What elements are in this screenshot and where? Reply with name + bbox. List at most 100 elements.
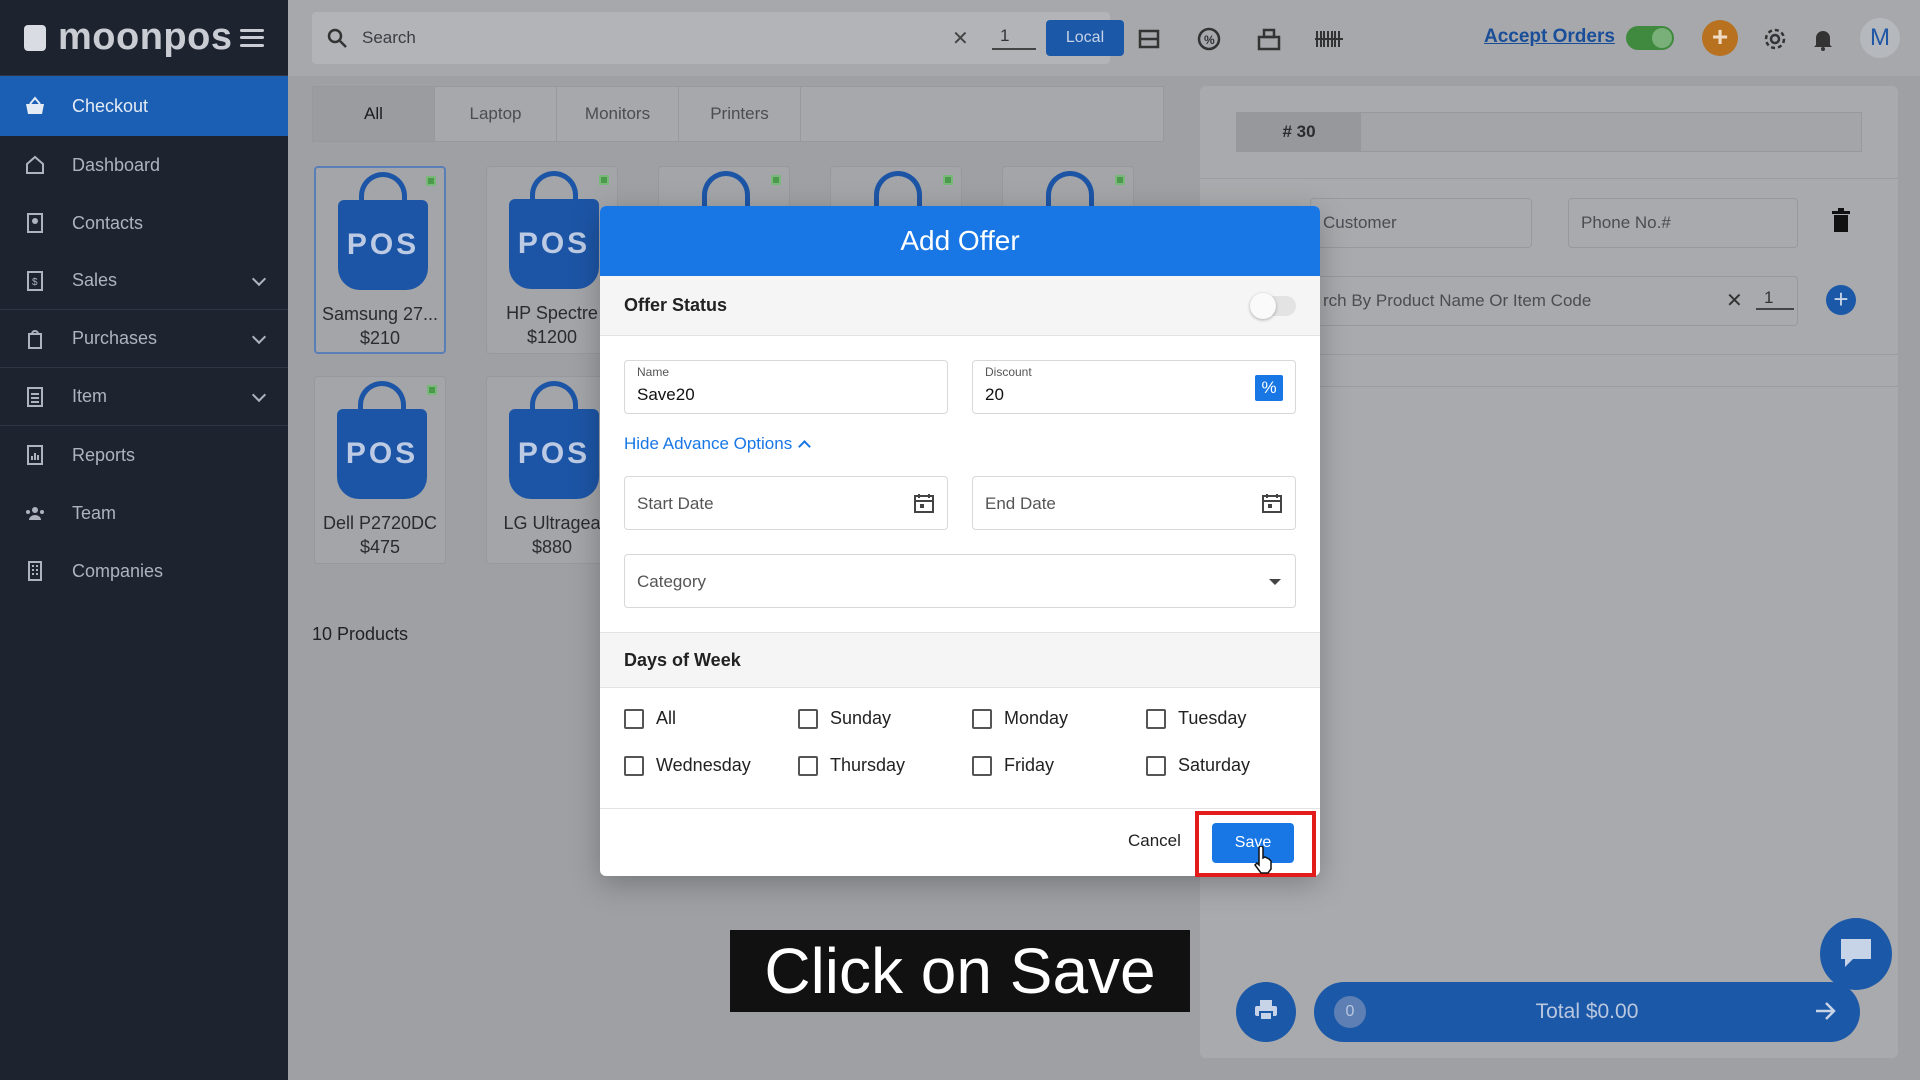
sidebar-item-reports[interactable]: Reports (0, 426, 288, 484)
stock-indicator (427, 385, 437, 395)
clear-search-icon[interactable]: ✕ (952, 26, 969, 51)
checkout-total-button[interactable]: 0 Total $0.00 (1314, 982, 1860, 1042)
cart-count-badge: 0 (1334, 996, 1366, 1028)
tab-monitors[interactable]: Monitors (557, 87, 679, 141)
sidebar-item-companies[interactable]: Companies (0, 542, 288, 600)
avatar[interactable]: M (1860, 18, 1900, 58)
end-date-field[interactable]: End Date (972, 476, 1296, 530)
day-checkbox-friday[interactable]: Friday (972, 755, 1054, 776)
stock-indicator (599, 175, 609, 185)
calendar-icon[interactable] (1261, 492, 1283, 514)
local-button[interactable]: Local (1046, 20, 1124, 56)
day-label: Thursday (830, 755, 906, 775)
search-input[interactable] (362, 28, 902, 48)
discount-input[interactable] (985, 385, 1205, 405)
stock-indicator (1115, 175, 1125, 185)
discount-field[interactable]: Discount % (972, 360, 1296, 414)
tab-printers[interactable]: Printers (679, 87, 801, 141)
checkbox[interactable] (1146, 708, 1166, 729)
day-label: Monday (1004, 708, 1069, 728)
hamburger-menu-icon[interactable] (240, 28, 264, 47)
sidebar-item-label: Team (72, 502, 117, 523)
chat-button[interactable] (1820, 918, 1892, 990)
sidebar-item-label: Item (72, 386, 108, 406)
start-date-field[interactable]: Start Date (624, 476, 948, 530)
total-label: Total $0.00 (1535, 1000, 1639, 1023)
percent-toggle-button[interactable]: % (1255, 375, 1283, 401)
checkbox[interactable] (798, 708, 818, 729)
checkbox[interactable] (972, 708, 992, 729)
sidebar-item-label: Sales (72, 270, 118, 290)
pos-bag-icon: POS (337, 409, 427, 499)
hide-advance-options-link[interactable]: Hide Advance Options (624, 434, 812, 454)
pos-bag-icon: POS (509, 409, 599, 499)
product-card[interactable]: POS HP Spectre $1200 (486, 166, 618, 354)
checkbox[interactable] (624, 708, 644, 729)
product-name: HP Spectre (506, 303, 598, 323)
calendar-icon[interactable] (913, 492, 935, 514)
day-checkbox-tuesday[interactable]: Tuesday (1146, 708, 1246, 729)
tab-all[interactable]: All (313, 87, 435, 141)
cart-quantity-field[interactable]: 1 (1756, 288, 1794, 310)
trash-icon[interactable] (1830, 208, 1852, 234)
accept-orders-toggle[interactable] (1626, 26, 1674, 50)
sidebar-item-team[interactable]: Team (0, 484, 288, 542)
bell-icon[interactable] (1808, 24, 1838, 54)
cancel-button[interactable]: Cancel (1128, 831, 1181, 851)
checkbox[interactable] (972, 755, 992, 776)
add-product-button[interactable]: + (1826, 285, 1856, 315)
day-checkbox-wednesday[interactable]: Wednesday (624, 755, 751, 776)
day-checkbox-saturday[interactable]: Saturday (1146, 755, 1250, 776)
offer-status-toggle[interactable] (1250, 293, 1296, 319)
accept-orders-link[interactable]: Accept Orders (1484, 26, 1615, 48)
category-select[interactable]: Category (624, 554, 1296, 608)
name-field[interactable]: Name (624, 360, 948, 414)
day-label: All (656, 708, 677, 728)
days-of-week-heading: Days of Week (600, 632, 1320, 688)
product-search-field[interactable]: rch By Product Name Or Item Code (1310, 276, 1798, 326)
layout-icon[interactable] (1134, 24, 1164, 54)
name-input[interactable] (637, 385, 857, 405)
sidebar-item-purchases[interactable]: Purchases (0, 310, 288, 368)
print-button[interactable] (1236, 982, 1296, 1042)
item-icon (24, 386, 46, 408)
day-checkbox-sunday[interactable]: Sunday (798, 708, 891, 729)
products-count: 10 Products (312, 624, 409, 644)
order-tabs: # 30 (1236, 112, 1862, 152)
add-new-icon[interactable]: + (1702, 20, 1738, 56)
gear-icon[interactable] (1760, 24, 1790, 54)
clear-product-search-icon[interactable]: ✕ (1726, 288, 1743, 313)
contacts-icon (24, 212, 46, 234)
day-checkbox-monday[interactable]: Monday (972, 708, 1068, 729)
sidebar-item-item[interactable]: Item (0, 368, 288, 426)
sidebar-item-checkout[interactable]: Checkout (0, 76, 288, 136)
checkbox[interactable] (1146, 755, 1166, 776)
tab-laptop[interactable]: Laptop (435, 87, 557, 141)
barcode-icon[interactable] (1314, 24, 1344, 54)
product-price: $475 (359, 537, 401, 557)
product-card[interactable]: POS LG Ultragea $880 (486, 376, 618, 564)
search-quantity-field[interactable]: 1 (992, 26, 1036, 50)
product-card[interactable]: POS Dell P2720DC $475 (314, 376, 446, 564)
sales-icon: $ (24, 270, 46, 292)
offer-status-label: Offer Status (624, 295, 728, 315)
day-checkbox-thursday[interactable]: Thursday (798, 755, 905, 776)
sidebar-item-contacts[interactable]: Contacts (0, 194, 288, 252)
sidebar-item-sales[interactable]: $ Sales (0, 252, 288, 310)
tab-order[interactable]: # 30 (1237, 113, 1361, 151)
phone-field[interactable]: Phone No.# (1568, 198, 1798, 248)
product-card[interactable]: POS Samsung 27... $210 (314, 166, 446, 354)
customer-field[interactable]: Customer (1310, 198, 1532, 248)
cash-register-icon[interactable] (1254, 24, 1284, 54)
checkbox[interactable] (624, 755, 644, 776)
sidebar-item-dashboard[interactable]: Dashboard (0, 136, 288, 194)
day-label: Sunday (830, 708, 892, 728)
day-label: Saturday (1178, 755, 1251, 775)
sidebar-item-label: Reports (72, 444, 136, 465)
product-name: Samsung 27... (321, 304, 439, 324)
brand-bar: moonpos (0, 0, 288, 76)
checkbox[interactable] (798, 755, 818, 776)
discount-icon[interactable]: % (1194, 24, 1224, 54)
product-price: $210 (359, 328, 401, 348)
day-checkbox-all[interactable]: All (624, 708, 676, 729)
